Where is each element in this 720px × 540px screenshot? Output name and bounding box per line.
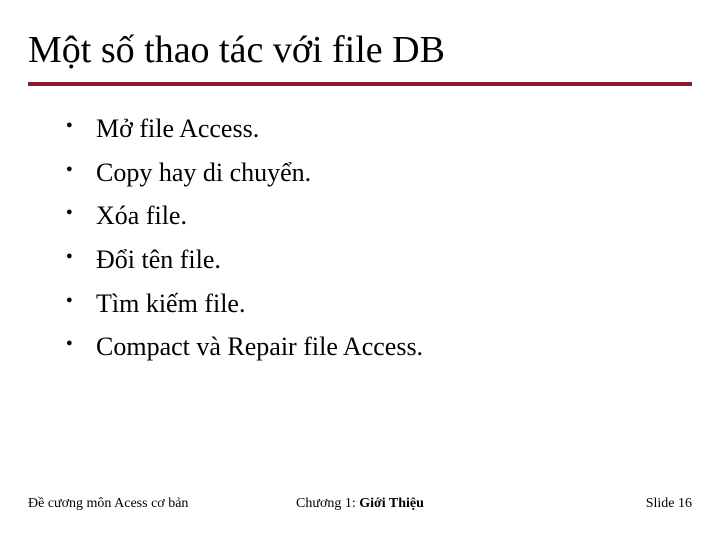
- list-item: Đổi tên file.: [96, 241, 692, 279]
- footer-center: Chương 1: Giới Thiệu: [249, 496, 470, 512]
- bullet-list: Mở file Access. Copy hay di chuyển. Xóa …: [28, 110, 692, 366]
- title-underline: [28, 82, 692, 86]
- list-item: Compact và Repair file Access.: [96, 328, 692, 366]
- slide-title: Một số thao tác với file DB: [28, 28, 692, 72]
- footer-center-bold: Giới Thiệu: [359, 496, 424, 511]
- footer-center-prefix: Chương 1:: [296, 496, 359, 511]
- footer: Đề cương môn Acess cơ bản Chương 1: Giới…: [28, 496, 692, 512]
- list-item: Mở file Access.: [96, 110, 692, 148]
- footer-right: Slide 16: [471, 496, 692, 512]
- list-item: Copy hay di chuyển.: [96, 154, 692, 192]
- slide: Một số thao tác với file DB Mở file Acce…: [0, 0, 720, 540]
- footer-left: Đề cương môn Acess cơ bản: [28, 496, 249, 512]
- list-item: Xóa file.: [96, 197, 692, 235]
- list-item: Tìm kiếm file.: [96, 285, 692, 323]
